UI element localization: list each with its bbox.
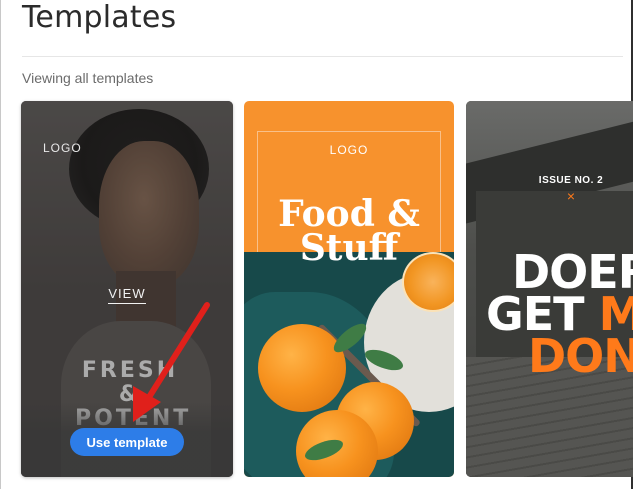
x-mark-icon: × xyxy=(566,188,576,204)
page-title: Templates xyxy=(22,0,177,35)
card-title-line1: Food & xyxy=(278,193,420,235)
card-title-line2: Stuff xyxy=(299,227,399,269)
use-template-button[interactable]: Use template xyxy=(70,428,184,456)
card-title: Food & Stuff xyxy=(244,193,454,269)
template-card-fresh[interactable]: LOGO VIEW FRESH & POTENT Use template xyxy=(21,101,233,477)
template-card-doers[interactable]: ISSUE NO. 2 × DOERS GET MORE DONE xyxy=(466,101,633,477)
issue-label: ISSUE NO. 2 xyxy=(538,175,604,186)
card-logo: LOGO xyxy=(329,143,369,157)
header-divider xyxy=(22,56,623,57)
page-subtitle: Viewing all templates xyxy=(22,70,154,86)
headline-line3: DONE xyxy=(528,329,633,383)
view-link[interactable]: VIEW xyxy=(108,286,146,304)
template-card-food[interactable]: LOGO Food & Stuff xyxy=(244,101,454,477)
window-border-left xyxy=(0,0,1,489)
card-logo: LOGO xyxy=(43,141,82,155)
headline: DOERS GET MORE DONE xyxy=(486,249,633,383)
oranges-photo xyxy=(244,252,454,477)
orange xyxy=(258,324,346,412)
view-link-wrapper: VIEW xyxy=(21,286,233,304)
